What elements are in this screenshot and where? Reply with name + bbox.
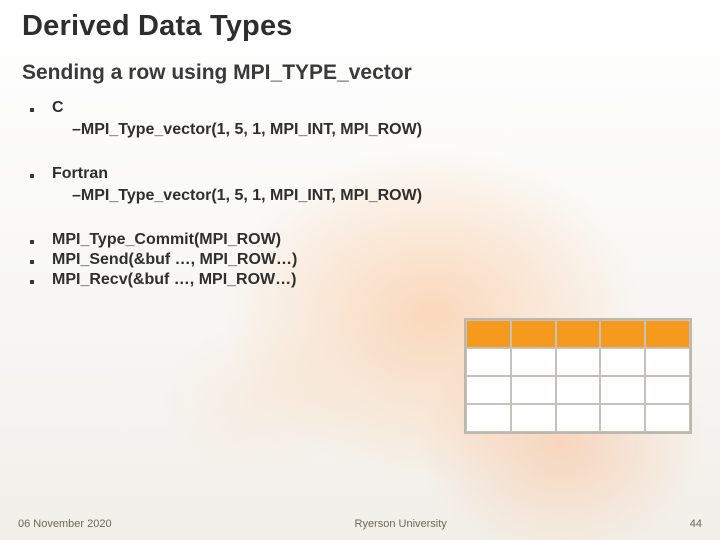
matrix-cell [556,376,601,404]
slide-subtitle: Sending a row using MPI_TYPE_vector [0,49,720,99]
bullet-dot-icon [30,260,34,264]
matrix-cell [511,348,556,376]
bullet-dot-icon [30,174,34,178]
bullet-recv: MPI_Recv(&buf …, MPI_ROW…) [24,271,696,289]
bullet-send-text: MPI_Send(&buf …, MPI_ROW…) [52,251,297,269]
footer-page-number: 44 [690,518,702,530]
matrix-cell [600,404,645,432]
matrix-diagram [464,318,692,434]
bullet-send: MPI_Send(&buf …, MPI_ROW…) [24,251,696,269]
bullet-fortran-label: Fortran [52,165,108,183]
matrix-cell [511,376,556,404]
slide-title: Derived Data Types [0,0,720,49]
matrix-cell-highlighted [600,320,645,348]
bullet-commit-text: MPI_Type_Commit(MPI_ROW) [52,231,281,249]
bullet-fortran: Fortran [24,165,696,183]
slide: Derived Data Types Sending a row using M… [0,0,720,540]
matrix-cell-highlighted [556,320,601,348]
bullet-group-api: MPI_Type_Commit(MPI_ROW) MPI_Send(&buf …… [24,231,696,289]
bullet-commit: MPI_Type_Commit(MPI_ROW) [24,231,696,249]
bullet-dot-icon [30,280,34,284]
bullet-dot-icon [30,108,34,112]
matrix-cell [600,348,645,376]
bullet-c-label: C [52,99,64,117]
matrix-cell [466,404,511,432]
matrix-cell-highlighted [645,320,690,348]
matrix-grid [464,318,692,434]
bullet-c-sub: –MPI_Type_vector(1, 5, 1, MPI_INT, MPI_R… [24,121,696,139]
footer-center: Ryerson University [112,518,690,530]
matrix-cell [466,348,511,376]
footer-date: 06 November 2020 [18,518,112,530]
matrix-cell [645,348,690,376]
matrix-cell [511,404,556,432]
matrix-cell [556,348,601,376]
matrix-cell [466,376,511,404]
bullet-dot-icon [30,240,34,244]
slide-footer: 06 November 2020 Ryerson University 44 [0,518,720,530]
matrix-cell [645,404,690,432]
matrix-cell-highlighted [466,320,511,348]
bullet-c: C [24,99,696,117]
slide-content: C –MPI_Type_vector(1, 5, 1, MPI_INT, MPI… [0,99,720,289]
matrix-cell [556,404,601,432]
matrix-cell-highlighted [511,320,556,348]
bullet-fortran-sub: –MPI_Type_vector(1, 5, 1, MPI_INT, MPI_R… [24,187,696,205]
matrix-cell [645,376,690,404]
bullet-recv-text: MPI_Recv(&buf …, MPI_ROW…) [52,271,296,289]
matrix-cell [600,376,645,404]
